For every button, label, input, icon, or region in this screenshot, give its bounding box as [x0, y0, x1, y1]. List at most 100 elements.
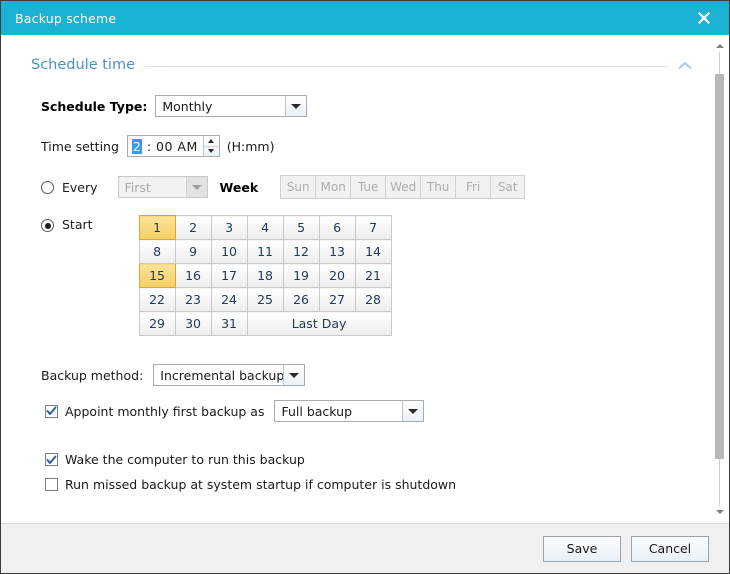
run-missed-backup-label: Run missed backup at system startup if c… — [65, 477, 456, 492]
day-cell-30[interactable]: 30 — [175, 312, 211, 336]
schedule-type-label: Schedule Type: — [41, 99, 147, 114]
chevron-down-icon — [186, 177, 207, 197]
caret-up-icon — [716, 44, 724, 48]
table-row: 15 16 17 18 19 20 21 — [139, 264, 391, 288]
wake-computer-row: Wake the computer to run this backup — [1, 422, 710, 467]
time-setting-spinner[interactable]: 2 : 00 AM — [127, 135, 220, 157]
dialog-footer: Save Cancel — [1, 523, 729, 573]
chevron-down-icon — [283, 365, 304, 385]
day-cell-18[interactable]: 18 — [247, 264, 283, 288]
weekday-button-thu[interactable]: Thu — [420, 175, 455, 199]
time-setting-row: Time setting 2 : 00 AM (H:mm) — [1, 117, 710, 157]
time-hour-value: 2 — [132, 139, 142, 154]
day-cell-17[interactable]: 17 — [211, 264, 247, 288]
day-cell-24[interactable]: 24 — [211, 288, 247, 312]
day-cell-16[interactable]: 16 — [175, 264, 211, 288]
day-cell-19[interactable]: 19 — [283, 264, 319, 288]
chevron-down-icon — [402, 401, 423, 421]
day-cell-13[interactable]: 13 — [319, 240, 355, 264]
schedule-type-dropdown[interactable]: Monthly — [155, 95, 307, 117]
weekday-button-sat[interactable]: Sat — [490, 175, 525, 199]
scroll-up-button[interactable] — [710, 35, 729, 52]
table-row: 29 30 31 Last Day — [139, 312, 391, 336]
chevron-up-icon[interactable] — [678, 59, 692, 73]
run-missed-backup-row: Run missed backup at system startup if c… — [1, 467, 710, 492]
checkbox-appoint-first-backup[interactable] — [45, 405, 58, 418]
day-cell-8[interactable]: 8 — [139, 240, 175, 264]
day-cell-28[interactable]: 28 — [355, 288, 391, 312]
day-cell-9[interactable]: 9 — [175, 240, 211, 264]
weekday-button-wed[interactable]: Wed — [385, 175, 420, 199]
spinner-up-button[interactable] — [204, 136, 219, 147]
table-row: 8 9 10 11 12 13 14 — [139, 240, 391, 264]
day-cell-3[interactable]: 3 — [211, 216, 247, 240]
day-cell-7[interactable]: 7 — [355, 216, 391, 240]
time-setting-label: Time setting — [41, 139, 119, 154]
scroll-down-button[interactable] — [710, 506, 729, 523]
scrollbar-track[interactable] — [719, 52, 720, 506]
start-day-row: Start 1 2 3 4 5 6 7 8 9 10 — [1, 199, 710, 336]
day-cell-5[interactable]: 5 — [283, 216, 319, 240]
schedule-type-row: Schedule Type: Monthly — [1, 73, 710, 117]
scrollbar-thumb[interactable] — [715, 74, 724, 459]
backup-method-dropdown[interactable]: Incremental backup — [153, 364, 305, 386]
day-cell-11[interactable]: 11 — [247, 240, 283, 264]
cancel-button[interactable]: Cancel — [631, 536, 709, 562]
day-cell-6[interactable]: 6 — [319, 216, 355, 240]
checkbox-run-missed-backup[interactable] — [45, 478, 58, 491]
every-label: Every — [62, 180, 98, 195]
caret-down-icon — [716, 510, 724, 514]
day-cell-27[interactable]: 27 — [319, 288, 355, 312]
day-cell-20[interactable]: 20 — [319, 264, 355, 288]
weekday-button-tue[interactable]: Tue — [350, 175, 385, 199]
spinner-buttons — [203, 136, 219, 156]
first-backup-type-dropdown[interactable]: Full backup — [274, 400, 424, 422]
backup-method-label: Backup method: — [41, 368, 143, 383]
week-ordinal-dropdown[interactable]: First — [118, 176, 208, 198]
day-cell-29[interactable]: 29 — [139, 312, 175, 336]
check-icon — [46, 406, 57, 416]
vertical-scrollbar[interactable] — [709, 35, 729, 523]
day-cell-25[interactable]: 25 — [247, 288, 283, 312]
start-label: Start — [62, 217, 93, 232]
day-cell-last-day[interactable]: Last Day — [247, 312, 391, 336]
time-format-hint: (H:mm) — [227, 139, 275, 154]
spinner-down-button[interactable] — [204, 147, 219, 157]
radio-every[interactable] — [41, 181, 54, 194]
day-cell-2[interactable]: 2 — [175, 216, 211, 240]
day-cell-15[interactable]: 15 — [139, 264, 175, 288]
weekday-button-fri[interactable]: Fri — [455, 175, 490, 199]
table-row: 22 23 24 25 26 27 28 — [139, 288, 391, 312]
close-icon — [697, 11, 711, 25]
day-cell-12[interactable]: 12 — [283, 240, 319, 264]
week-label: Week — [220, 180, 259, 195]
checkbox-wake-computer[interactable] — [45, 453, 58, 466]
day-cell-31[interactable]: 31 — [211, 312, 247, 336]
title-bar: Backup scheme — [1, 1, 729, 35]
day-cell-4[interactable]: 4 — [247, 216, 283, 240]
day-cell-22[interactable]: 22 — [139, 288, 175, 312]
backup-scheme-dialog: Backup scheme Schedule time — [0, 0, 730, 574]
table-row: 1 2 3 4 5 6 7 — [139, 216, 391, 240]
day-cell-1[interactable]: 1 — [139, 216, 175, 240]
day-cell-23[interactable]: 23 — [175, 288, 211, 312]
radio-start[interactable] — [41, 219, 54, 232]
time-rest-value: : 00 AM — [147, 139, 198, 154]
day-cell-21[interactable]: 21 — [355, 264, 391, 288]
bottom-spacer — [1, 492, 710, 518]
weekday-button-sun[interactable]: Sun — [280, 175, 315, 199]
time-setting-value: 2 : 00 AM — [128, 136, 203, 156]
every-week-row: Every First Week Sun Mon Tue Wed Thu Fri… — [1, 157, 710, 199]
day-of-month-grid: 1 2 3 4 5 6 7 8 9 10 11 12 13 — [139, 215, 392, 336]
save-button[interactable]: Save — [543, 536, 621, 562]
check-icon — [46, 455, 57, 465]
backup-method-value: Incremental backup — [154, 365, 283, 385]
section-title: Schedule time — [31, 57, 145, 73]
day-cell-10[interactable]: 10 — [211, 240, 247, 264]
close-button[interactable] — [687, 1, 721, 35]
weekday-button-mon[interactable]: Mon — [315, 175, 350, 199]
day-cell-26[interactable]: 26 — [283, 288, 319, 312]
day-cell-14[interactable]: 14 — [355, 240, 391, 264]
backup-method-row: Backup method: Incremental backup — [1, 336, 710, 386]
window-title: Backup scheme — [15, 11, 116, 26]
